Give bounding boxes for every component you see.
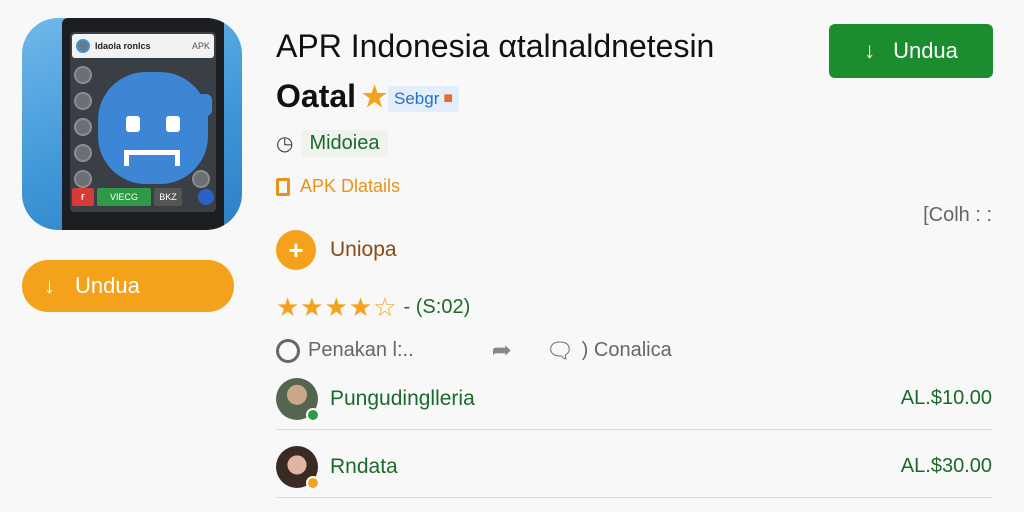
avatar <box>276 445 320 490</box>
rating-row: ★★★★☆ - (S:02) <box>276 292 470 323</box>
avatar <box>276 377 320 422</box>
comment-action-label: ) Conalica <box>581 339 672 361</box>
download-label: Undua <box>893 38 958 63</box>
download-arrow-icon: ↓ <box>864 38 876 63</box>
actions-row: Penakan l:.. ➦ 🗨 ) Conalica <box>276 336 716 365</box>
green-badge: VIECG <box>97 188 151 206</box>
list-item-name: Pungudinglleria <box>330 386 475 410</box>
star-icon: ★ <box>362 81 388 112</box>
download-button-orange[interactable]: ↓ Undua <box>22 260 234 312</box>
list-item-name: Rndata <box>330 454 398 478</box>
download-label: Undua <box>75 273 140 298</box>
list-item[interactable]: Pungudinglleria AL.$10.00 <box>276 368 992 430</box>
phone-screen-label: APK <box>191 41 210 51</box>
phone-topbar: Idaola ronlcs APK <box>72 34 214 58</box>
status-dot-icon <box>306 407 320 422</box>
dot-icon <box>74 144 92 162</box>
phone-screen-title: Idaola ronlcs <box>95 41 151 51</box>
rate-action-label: Penakan l:.. <box>308 339 414 361</box>
download-button-green[interactable]: ↓ Undua <box>829 24 993 78</box>
category-badge-label: Sebgr <box>394 89 440 108</box>
rate-action[interactable]: Penakan l:.. <box>276 338 414 363</box>
phone-screen: Idaola ronlcs APK ғ VIECG BKZ <box>70 32 216 212</box>
count-readout: [Colh : : <box>923 204 992 226</box>
status-dot-icon <box>306 475 320 490</box>
avatar <box>76 39 90 53</box>
update-icon: + <box>276 230 316 270</box>
apk-details-link[interactable]: APK Dlatails <box>276 176 400 197</box>
phone-mockup: Idaola ronlcs APK ғ VIECG BKZ <box>62 18 224 230</box>
update-label: Uniopa <box>330 238 397 261</box>
app-title-line2-text: Oatal <box>276 78 357 114</box>
chat-bubble-icon: 🗨 <box>545 337 574 363</box>
share-icon[interactable]: ➦ <box>492 336 512 365</box>
document-icon <box>276 177 290 196</box>
app-title-line2: Oatal ★ <box>276 78 387 115</box>
clock-icon: ◷ <box>276 133 294 155</box>
comment-action[interactable]: 🗨 ) Conalica <box>546 338 672 364</box>
category-badge[interactable]: Sebgr ■ <box>388 86 460 112</box>
developer-row[interactable]: ◷ Midoiea <box>276 130 388 157</box>
list-item-price: AL.$30.00 <box>900 455 992 477</box>
phone-bottom-bar: ғ VIECG BKZ <box>72 186 214 208</box>
download-arrow-icon: ↓ <box>44 273 55 298</box>
robot-icon <box>98 72 212 184</box>
apk-details-label: APK Dlatails <box>300 176 401 196</box>
app-title: APR Indonesia αtalnaldnetesin <box>276 28 715 64</box>
circle-icon <box>276 338 300 363</box>
red-badge: ғ <box>72 188 94 206</box>
list-item[interactable]: Rndata AL.$30.00 <box>276 436 992 498</box>
dot-icon <box>74 118 92 136</box>
developer-name: Midoiea <box>301 130 388 157</box>
update-row[interactable]: + Uniopa <box>276 230 397 270</box>
app-icon: Idaola ronlcs APK ғ VIECG BKZ <box>22 18 242 230</box>
tag-icon: ■ <box>443 90 454 107</box>
list-item-price: AL.$10.00 <box>900 387 992 409</box>
blue-dot-icon <box>198 189 214 205</box>
dot-icon <box>74 66 92 84</box>
rating-value: - (S:02) <box>403 296 471 318</box>
dark-badge: BKZ <box>154 188 182 206</box>
dot-icon <box>74 92 92 110</box>
rating-stars: ★★★★☆ <box>276 292 398 322</box>
